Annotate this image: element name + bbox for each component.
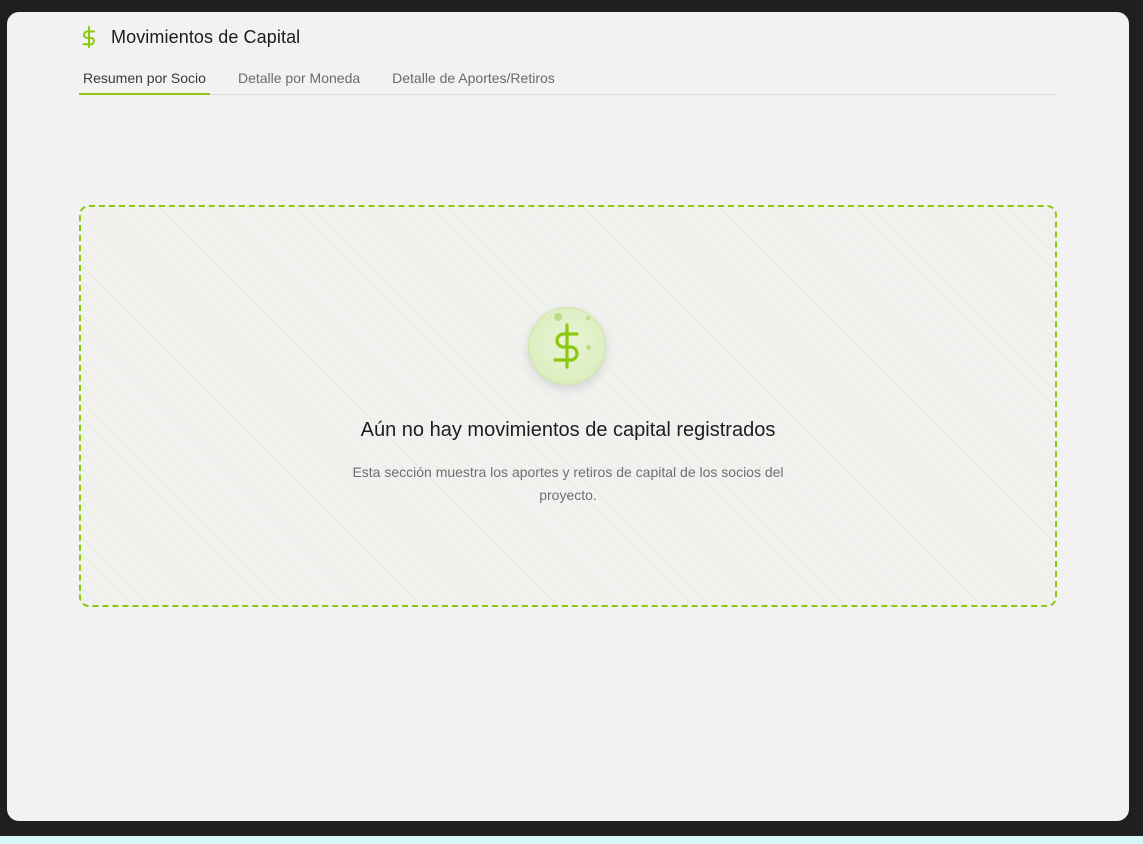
bottom-strip bbox=[0, 836, 1143, 844]
empty-state-title: Aún no hay movimientos de capital regist… bbox=[360, 419, 776, 441]
empty-state-coin bbox=[528, 307, 606, 385]
main-panel: Movimientos de Capital Resumen por Socio… bbox=[7, 12, 1129, 821]
dollar-sign-icon bbox=[79, 25, 99, 49]
tab-detalle-por-moneda[interactable]: Detalle por Moneda bbox=[234, 66, 364, 94]
decorative-dot bbox=[586, 316, 590, 320]
dollar-sign-icon bbox=[553, 323, 579, 369]
tab-bar: Resumen por Socio Detalle por Moneda Det… bbox=[79, 66, 1057, 95]
tab-detalle-aportes-retiros[interactable]: Detalle de Aportes/Retiros bbox=[388, 66, 559, 94]
page-header: Movimientos de Capital bbox=[79, 24, 300, 50]
tab-resumen-por-socio[interactable]: Resumen por Socio bbox=[79, 66, 210, 95]
decorative-dot bbox=[554, 313, 562, 321]
empty-state-container: Aún no hay movimientos de capital regist… bbox=[79, 205, 1057, 607]
empty-state-description: Esta sección muestra los aportes y retir… bbox=[352, 464, 784, 503]
page-title: Movimientos de Capital bbox=[111, 26, 301, 47]
decorative-dot bbox=[586, 345, 591, 350]
